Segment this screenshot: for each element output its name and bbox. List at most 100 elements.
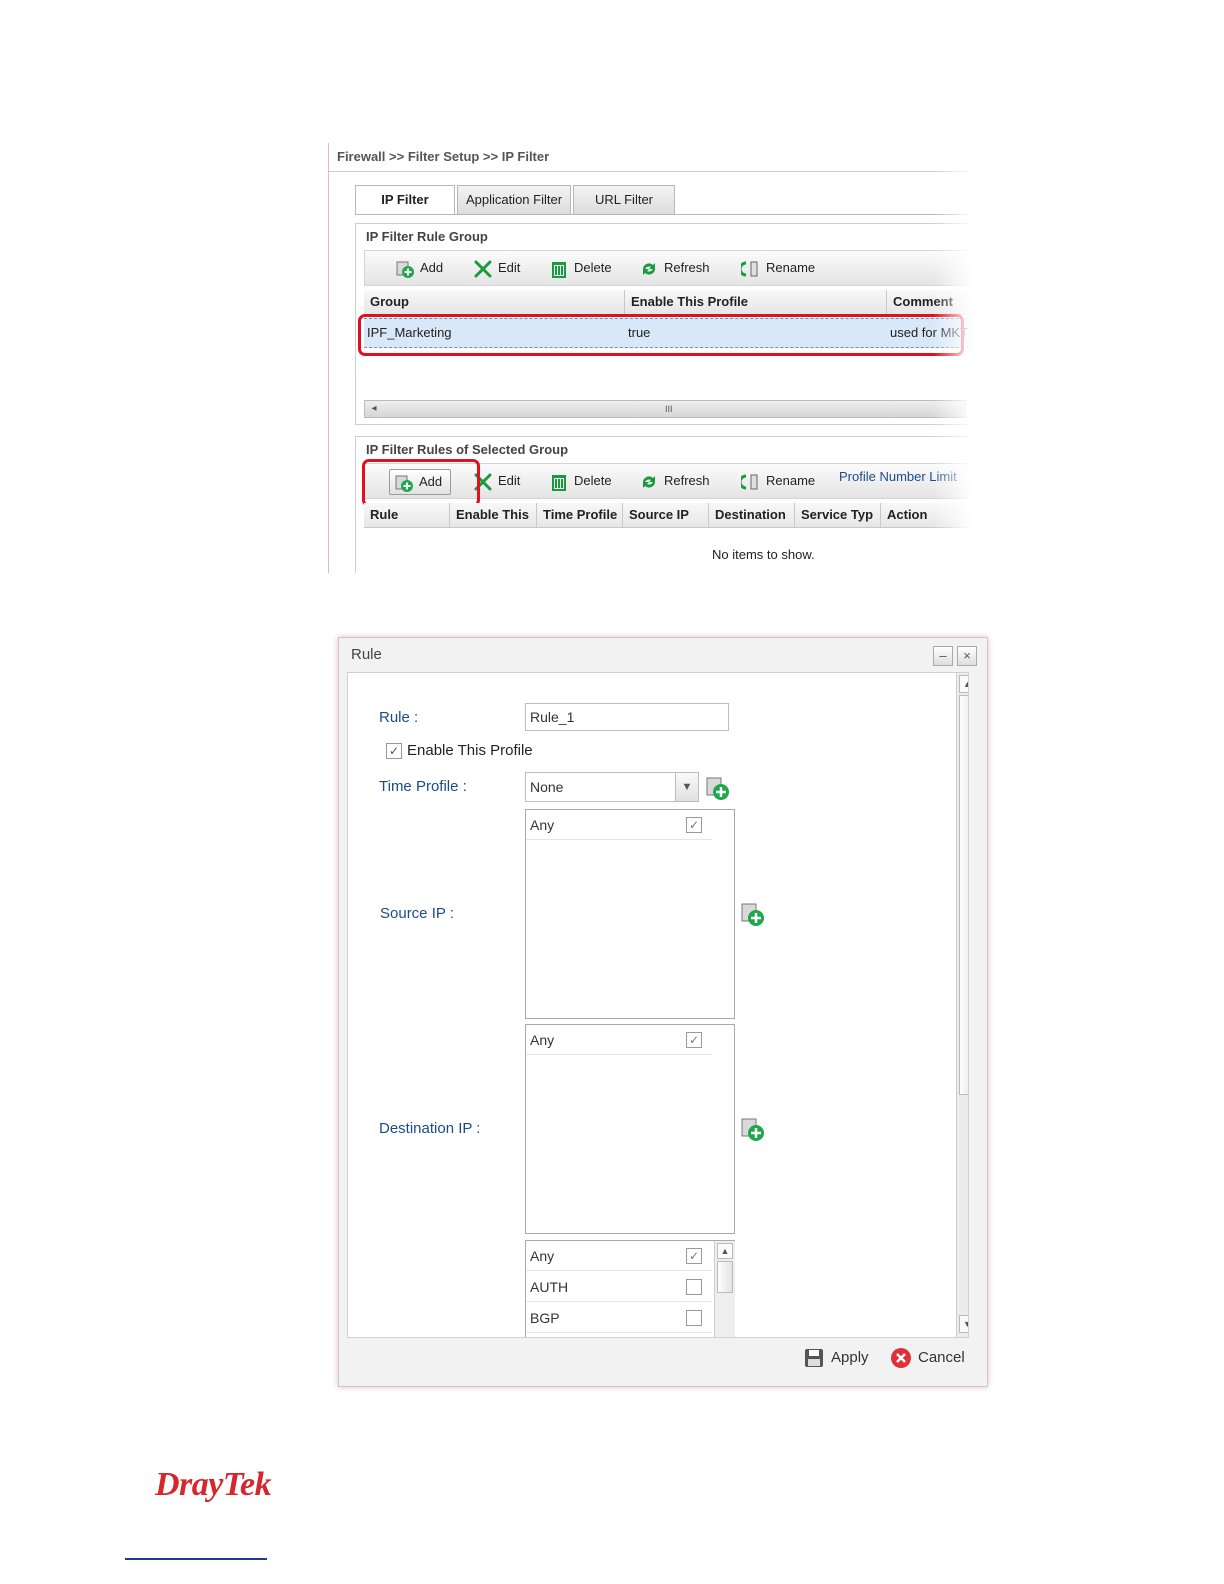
minimize-button[interactable]: –: [933, 646, 953, 666]
apply-button[interactable]: Apply: [803, 1344, 869, 1372]
cancel-button[interactable]: Cancel: [890, 1344, 965, 1372]
divider: [355, 214, 973, 215]
rename-button[interactable]: Rename: [741, 251, 815, 285]
rename-label: Rename: [766, 473, 816, 488]
time-profile-label: Time Profile :: [379, 778, 467, 795]
rename-button[interactable]: Rename: [741, 464, 815, 498]
rules-box: IP Filter Rules of Selected Group Add Ed…: [355, 436, 973, 573]
refresh-icon: [642, 262, 656, 275]
apply-label: Apply: [831, 1349, 869, 1366]
edit-button[interactable]: Edit: [473, 464, 520, 498]
breadcrumb: Firewall >> Filter Setup >> IP Filter: [337, 149, 550, 164]
list-scrollbar[interactable]: ▲: [714, 1241, 735, 1337]
add-time-profile-icon[interactable]: [704, 775, 730, 801]
rule-dialog: Rule – × Rule : ✓ Enable This Profile Ti…: [338, 637, 988, 1387]
column-header[interactable]: Comment: [887, 290, 973, 314]
delete-label: Delete: [574, 260, 612, 275]
delete-button[interactable]: Delete: [549, 251, 612, 285]
trash-icon: [552, 261, 566, 278]
dialog-scrollbar[interactable]: ▲ ▼: [956, 673, 968, 1337]
footer-divider: [125, 1558, 267, 1560]
item-checkbox[interactable]: ✓: [686, 1032, 702, 1048]
list-item[interactable]: BGP: [526, 1303, 712, 1333]
scroll-grip: III: [665, 404, 673, 414]
item-checkbox[interactable]: ✓: [686, 1248, 702, 1264]
scroll-up-icon[interactable]: ▲: [959, 675, 968, 693]
item-checkbox[interactable]: [686, 1310, 702, 1326]
dialog-title: Rule: [351, 646, 382, 663]
dialog-footer: Apply Cancel: [347, 1338, 977, 1378]
refresh-button[interactable]: Refresh: [639, 251, 710, 285]
delete-label: Delete: [574, 473, 612, 488]
list-item[interactable]: AUTH: [526, 1272, 712, 1302]
close-button[interactable]: ×: [957, 646, 977, 666]
empty-message: No items to show.: [712, 547, 815, 562]
column-header[interactable]: Action: [881, 503, 973, 527]
ip-filter-panel: Firewall >> Filter Setup >> IP Filter IP…: [328, 143, 973, 573]
column-header[interactable]: Service Typ: [795, 503, 881, 527]
section-title: IP Filter Rule Group: [366, 229, 488, 244]
column-header[interactable]: Rule: [364, 503, 450, 527]
horizontal-scrollbar[interactable]: ◂ III: [364, 400, 966, 418]
cancel-icon: [891, 1348, 911, 1369]
scroll-thumb[interactable]: [717, 1261, 733, 1293]
highlight-frame: [362, 459, 480, 507]
dialog-body: Rule : ✓ Enable This Profile Time Profil…: [347, 672, 969, 1338]
scroll-up-icon[interactable]: ▲: [717, 1243, 733, 1259]
destination-ip-list[interactable]: Any ✓: [525, 1024, 735, 1234]
column-header[interactable]: Enable This: [450, 503, 537, 527]
edit-button[interactable]: Edit: [473, 251, 520, 285]
refresh-button[interactable]: Refresh: [639, 464, 710, 498]
draytek-logo: DrayTek: [155, 1466, 272, 1503]
item-checkbox[interactable]: ✓: [686, 817, 702, 833]
cancel-label: Cancel: [918, 1349, 965, 1366]
save-icon: [805, 1349, 823, 1368]
edit-icon: [474, 260, 492, 278]
list-item[interactable]: Any ✓: [526, 1025, 712, 1055]
scroll-left-icon[interactable]: ◂: [367, 402, 381, 416]
column-header[interactable]: Time Profile: [537, 503, 623, 527]
add-label: Add: [420, 260, 444, 275]
column-header[interactable]: Source IP: [623, 503, 709, 527]
add-destination-ip-icon[interactable]: [739, 1116, 765, 1142]
item-name: AUTH: [530, 1279, 569, 1295]
item-name: BGP: [530, 1310, 560, 1326]
tab-bar: IP Filter Application Filter URL Filter: [355, 185, 685, 215]
rename-icon: [741, 474, 758, 490]
highlight-frame: [358, 314, 964, 356]
list-item[interactable]: Any ✓: [526, 810, 712, 840]
source-ip-label: Source IP :: [380, 905, 454, 922]
scroll-thumb[interactable]: [959, 695, 968, 1095]
column-header[interactable]: Destination: [709, 503, 795, 527]
add-source-ip-icon[interactable]: [739, 901, 765, 927]
add-icon: [396, 261, 414, 278]
item-name: Any: [530, 1032, 555, 1048]
column-header[interactable]: Enable This Profile: [625, 290, 887, 314]
column-header[interactable]: Group: [364, 290, 625, 314]
delete-button[interactable]: Delete: [549, 464, 612, 498]
enable-profile-checkbox[interactable]: ✓: [386, 743, 402, 759]
rule-group-box: IP Filter Rule Group Add Edit Delete Ref…: [355, 223, 973, 425]
rule-name-input[interactable]: [525, 703, 729, 731]
source-ip-list[interactable]: Any ✓: [525, 809, 735, 1019]
trash-icon: [552, 474, 566, 491]
edit-label: Edit: [498, 260, 521, 275]
tab-ip-filter[interactable]: IP Filter: [355, 185, 455, 215]
rename-label: Rename: [766, 260, 816, 275]
rules-grid-header: Rule Enable This Time Profile Source IP …: [364, 503, 973, 528]
add-button[interactable]: Add: [395, 251, 443, 285]
enable-profile-label: Enable This Profile: [407, 742, 533, 759]
refresh-icon: [642, 475, 656, 488]
list-item[interactable]: Any ✓: [526, 1241, 712, 1271]
chevron-down-icon[interactable]: ▼: [675, 773, 698, 801]
refresh-label: Refresh: [664, 260, 710, 275]
item-checkbox[interactable]: [686, 1279, 702, 1295]
item-name: Any: [530, 1248, 555, 1264]
tab-application-filter[interactable]: Application Filter: [457, 185, 571, 214]
scroll-down-icon[interactable]: ▼: [959, 1315, 968, 1333]
service-type-list[interactable]: Any ✓ AUTH BGP ▲: [525, 1240, 735, 1337]
tab-url-filter[interactable]: URL Filter: [573, 185, 675, 214]
time-profile-value: None: [530, 779, 564, 795]
divider: [329, 171, 973, 172]
time-profile-select[interactable]: None ▼: [525, 772, 699, 802]
